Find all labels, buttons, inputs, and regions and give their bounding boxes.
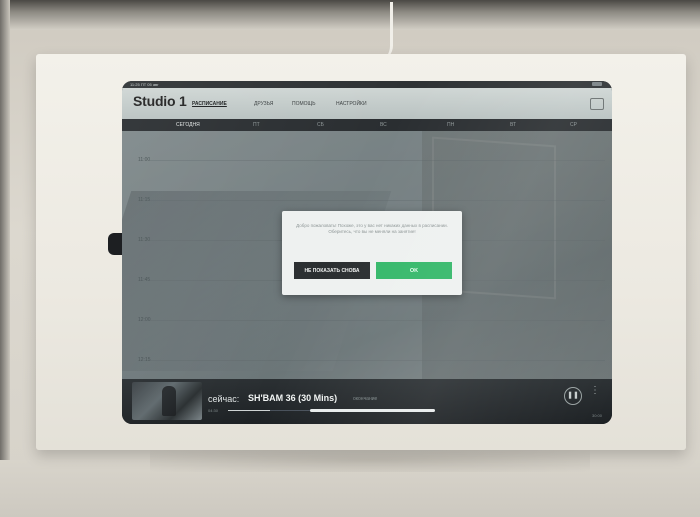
tab-day-6[interactable]: СР — [570, 122, 577, 128]
status-time: 11:25 ПТ 05 авг — [130, 82, 159, 87]
tab-day-3[interactable]: ВС — [380, 122, 387, 128]
tab-day-2[interactable]: СБ — [317, 122, 324, 128]
power-cable — [376, 2, 393, 60]
tab-day-1[interactable]: ПТ — [253, 122, 260, 128]
enclosure-shadow — [150, 448, 590, 472]
battery-icon — [592, 82, 602, 86]
dialog-message: Добро пожаловать! Похоже, это у вас нет … — [296, 223, 448, 234]
elapsed-time: 04:30 — [208, 408, 219, 413]
welcome-dialog: Добро пожаловать! Похоже, это у вас нет … — [282, 211, 462, 295]
progress-fill — [228, 410, 270, 411]
more-vertical-icon[interactable]: ⋮ — [590, 386, 600, 396]
duration-time: 30:00 — [591, 413, 602, 418]
now-track-title: SH'BAM 36 (30 Mins) — [248, 393, 338, 403]
thumbnail-figure — [162, 386, 176, 416]
tab-day-4[interactable]: ПН — [447, 122, 454, 128]
dont-show-again-button[interactable]: НЕ ПОКАЗАТЬ СНОВА — [294, 262, 370, 279]
now-track-extra: окончание — [353, 396, 378, 402]
tablet-side-button — [108, 233, 122, 255]
pause-icon[interactable]: ❚❚ — [564, 387, 582, 405]
nav-settings[interactable]: НАСТРОЙКИ — [336, 101, 367, 107]
home-indicator[interactable] — [310, 409, 435, 412]
nav-schedule[interactable]: РАСПИСАНИЕ — [192, 101, 227, 107]
ok-button[interactable]: OK — [376, 262, 452, 279]
menu-icon[interactable] — [590, 98, 604, 110]
tablet-screen: 11:25 ПТ 05 авг Studio 1 РАСПИСАНИЕ ДРУЗ… — [122, 81, 612, 424]
tab-today[interactable]: СЕГОДНЯ — [176, 122, 200, 128]
now-playing-bar: сейчас: SH'BAM 36 (30 Mins) окончание 04… — [122, 379, 612, 424]
nav-friends[interactable]: ДРУЗЬЯ — [254, 101, 273, 107]
wall-edge — [0, 0, 10, 517]
app-title: Studio 1 — [133, 93, 187, 109]
video-thumbnail[interactable] — [132, 382, 202, 420]
day-tabs: СЕГОДНЯ ПТ СБ ВС ПН ВТ СР — [122, 119, 612, 131]
status-bar: 11:25 ПТ 05 авг — [122, 81, 612, 88]
app-bar: Studio 1 РАСПИСАНИЕ ДРУЗЬЯ ПОМОЩЬ НАСТРО… — [122, 88, 612, 119]
ceiling-shadow — [0, 0, 700, 30]
now-label: сейчас: — [208, 394, 240, 404]
tab-day-5[interactable]: ВТ — [510, 122, 516, 128]
nav-help[interactable]: ПОМОЩЬ — [292, 101, 316, 107]
